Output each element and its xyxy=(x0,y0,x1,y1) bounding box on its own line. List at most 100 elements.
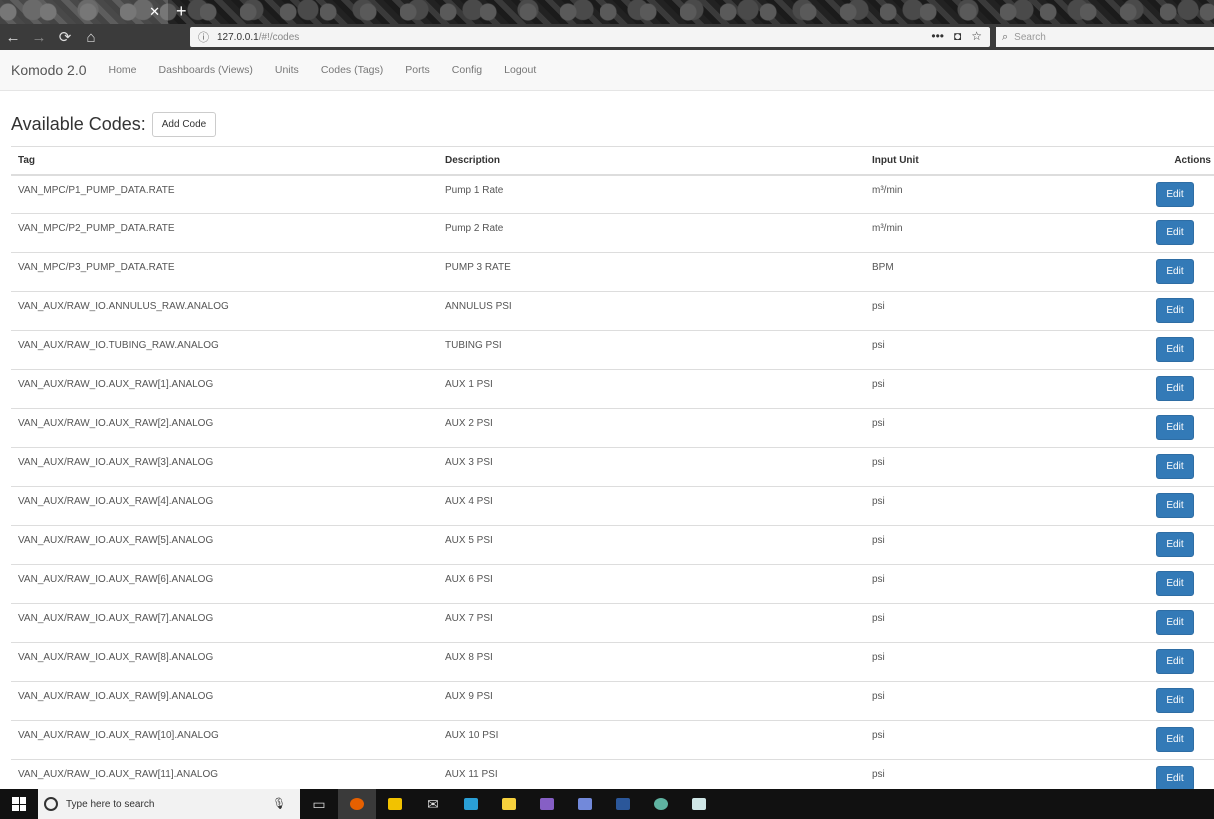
unit-cell: psi xyxy=(865,369,1095,409)
cortana-icon xyxy=(44,797,58,811)
nav-dashboards[interactable]: Dashboards (Views) xyxy=(159,64,253,76)
unit-cell: psi xyxy=(865,447,1095,487)
browser-search-bar[interactable]: ⌕ Search xyxy=(996,27,1214,47)
description-cell: TUBING PSI xyxy=(438,330,865,370)
edit-button[interactable]: Edit xyxy=(1156,337,1194,362)
browser-tab[interactable]: ✕ xyxy=(0,0,168,24)
edit-button[interactable]: Edit xyxy=(1156,415,1194,440)
address-bar[interactable]: ⓘ 127.0.0.1 /#!/codes ••• ◘ ☆ xyxy=(190,27,990,47)
edit-button[interactable]: Edit xyxy=(1156,649,1194,674)
chat-icon[interactable] xyxy=(566,789,604,819)
mail-icon[interactable]: ✉ xyxy=(414,789,452,819)
description-cell: Pump 1 Rate xyxy=(438,174,865,214)
url-host: 127.0.0.1 xyxy=(217,31,259,43)
home-icon[interactable]: ⌂ xyxy=(78,29,104,46)
table-row: VAN_AUX/RAW_IO.TUBING_RAW.ANALOG TUBING P… xyxy=(11,330,1214,370)
edit-button[interactable]: Edit xyxy=(1156,766,1194,791)
description-cell: AUX 10 PSI xyxy=(438,720,865,760)
back-arrow-icon[interactable]: ← xyxy=(0,29,26,46)
edit-button[interactable]: Edit xyxy=(1156,571,1194,596)
edit-button[interactable]: Edit xyxy=(1156,181,1194,207)
tag-cell: VAN_AUX/RAW_IO.TUBING_RAW.ANALOG xyxy=(11,330,438,370)
visual-studio-icon[interactable] xyxy=(528,789,566,819)
add-code-button[interactable]: Add Code xyxy=(151,112,217,137)
sticky-notes-icon[interactable] xyxy=(490,789,528,819)
actions-cell: Edit xyxy=(1095,681,1214,721)
edit-button[interactable]: Edit xyxy=(1156,376,1194,401)
unit-cell: psi xyxy=(865,642,1095,682)
page-title: Available Codes: xyxy=(11,114,146,134)
tag-cell: VAN_AUX/RAW_IO.AUX_RAW[3].ANALOG xyxy=(11,447,438,487)
tag-cell: VAN_AUX/RAW_IO.AUX_RAW[9].ANALOG xyxy=(11,681,438,721)
table-row: VAN_AUX/RAW_IO.AUX_RAW[7].ANALOG AUX 7 PS… xyxy=(11,603,1214,643)
edit-button[interactable]: Edit xyxy=(1156,298,1194,323)
actions-cell: Edit xyxy=(1095,291,1214,331)
new-tab-icon[interactable]: + xyxy=(176,1,187,21)
bookmark-star-icon[interactable]: ☆ xyxy=(971,29,982,43)
unit-cell: psi xyxy=(865,291,1095,331)
nav-logout[interactable]: Logout xyxy=(504,64,536,76)
edit-button[interactable]: Edit xyxy=(1156,532,1194,557)
microphone-icon[interactable]: 🎙 xyxy=(272,797,286,810)
description-cell: AUX 9 PSI xyxy=(438,681,865,721)
close-tab-icon[interactable]: ✕ xyxy=(149,4,160,20)
browser-search-placeholder: Search xyxy=(1014,31,1046,43)
nav-codes[interactable]: Codes (Tags) xyxy=(321,64,383,76)
description-cell: AUX 8 PSI xyxy=(438,642,865,682)
edit-button[interactable]: Edit xyxy=(1156,493,1194,518)
word-icon[interactable] xyxy=(604,789,642,819)
edit-button[interactable]: Edit xyxy=(1156,688,1194,713)
actions-cell: Edit xyxy=(1095,252,1214,292)
unit-cell: psi xyxy=(865,720,1095,760)
pocket-icon[interactable]: ◘ xyxy=(954,29,961,43)
edit-button[interactable]: Edit xyxy=(1156,610,1194,635)
taskbar: Type here to search 🎙 ▭ ✉ xyxy=(0,789,1214,819)
nav-units[interactable]: Units xyxy=(275,64,299,76)
unit-cell: psi xyxy=(865,408,1095,448)
unit-cell: psi xyxy=(865,330,1095,370)
description-cell: AUX 2 PSI xyxy=(438,408,865,448)
tag-cell: VAN_AUX/RAW_IO.ANNULUS_RAW.ANALOG xyxy=(11,291,438,331)
header-tag: Tag xyxy=(11,146,438,176)
actions-cell: Edit xyxy=(1095,174,1214,214)
app-icon-3[interactable] xyxy=(680,789,718,819)
description-cell: AUX 3 PSI xyxy=(438,447,865,487)
windows-start-icon[interactable] xyxy=(0,789,38,819)
tag-cell: VAN_AUX/RAW_IO.AUX_RAW[8].ANALOG xyxy=(11,642,438,682)
unit-cell: psi xyxy=(865,525,1095,565)
table-row: VAN_AUX/RAW_IO.AUX_RAW[1].ANALOG AUX 1 PS… xyxy=(11,369,1214,409)
edit-button[interactable]: Edit xyxy=(1156,220,1194,245)
firefox-icon[interactable] xyxy=(338,789,376,819)
nav-config[interactable]: Config xyxy=(452,64,482,76)
unit-cell: m³/min xyxy=(865,213,1095,253)
description-cell: AUX 6 PSI xyxy=(438,564,865,604)
page-actions-icon[interactable]: ••• xyxy=(931,29,944,43)
task-view-icon[interactable]: ▭ xyxy=(300,789,338,819)
unit-cell: m³/min xyxy=(865,174,1095,214)
edit-button[interactable]: Edit xyxy=(1156,259,1194,284)
info-icon[interactable]: ⓘ xyxy=(198,29,209,45)
forward-arrow-icon[interactable]: → xyxy=(26,29,52,46)
file-explorer-icon[interactable] xyxy=(376,789,414,819)
nav-home[interactable]: Home xyxy=(109,64,137,76)
edit-button[interactable]: Edit xyxy=(1156,454,1194,479)
table-row: VAN_AUX/RAW_IO.AUX_RAW[9].ANALOG AUX 9 PS… xyxy=(11,681,1214,721)
taskbar-search[interactable]: Type here to search 🎙 xyxy=(38,789,300,819)
actions-cell: Edit xyxy=(1095,720,1214,760)
brand[interactable]: Komodo 2.0 xyxy=(11,62,87,78)
table-row: VAN_MPC/P2_PUMP_DATA.RATE Pump 2 Rate m³/m… xyxy=(11,213,1214,253)
table-row: VAN_AUX/RAW_IO.AUX_RAW[4].ANALOG AUX 4 PS… xyxy=(11,486,1214,526)
table-row: VAN_AUX/RAW_IO.ANNULUS_RAW.ANALOG ANNULUS… xyxy=(11,291,1214,331)
reload-icon[interactable]: ⟳ xyxy=(52,28,78,46)
app-icon-2[interactable] xyxy=(642,789,680,819)
table-row: VAN_AUX/RAW_IO.AUX_RAW[5].ANALOG AUX 5 PS… xyxy=(11,525,1214,565)
table-row: VAN_MPC/P1_PUMP_DATA.RATE Pump 1 Rate m³/m… xyxy=(11,174,1214,214)
edit-button[interactable]: Edit xyxy=(1156,727,1194,752)
tag-cell: VAN_MPC/P1_PUMP_DATA.RATE xyxy=(11,174,438,214)
tag-cell: VAN_MPC/P3_PUMP_DATA.RATE xyxy=(11,252,438,292)
unit-cell: BPM xyxy=(865,252,1095,292)
nav-ports[interactable]: Ports xyxy=(405,64,430,76)
header-description: Description xyxy=(438,146,865,176)
app-icon-1[interactable] xyxy=(452,789,490,819)
browser-toolbar: ← → ⟳ ⌂ ⓘ 127.0.0.1 /#!/codes ••• ◘ ☆ ⌕ … xyxy=(0,24,1214,50)
